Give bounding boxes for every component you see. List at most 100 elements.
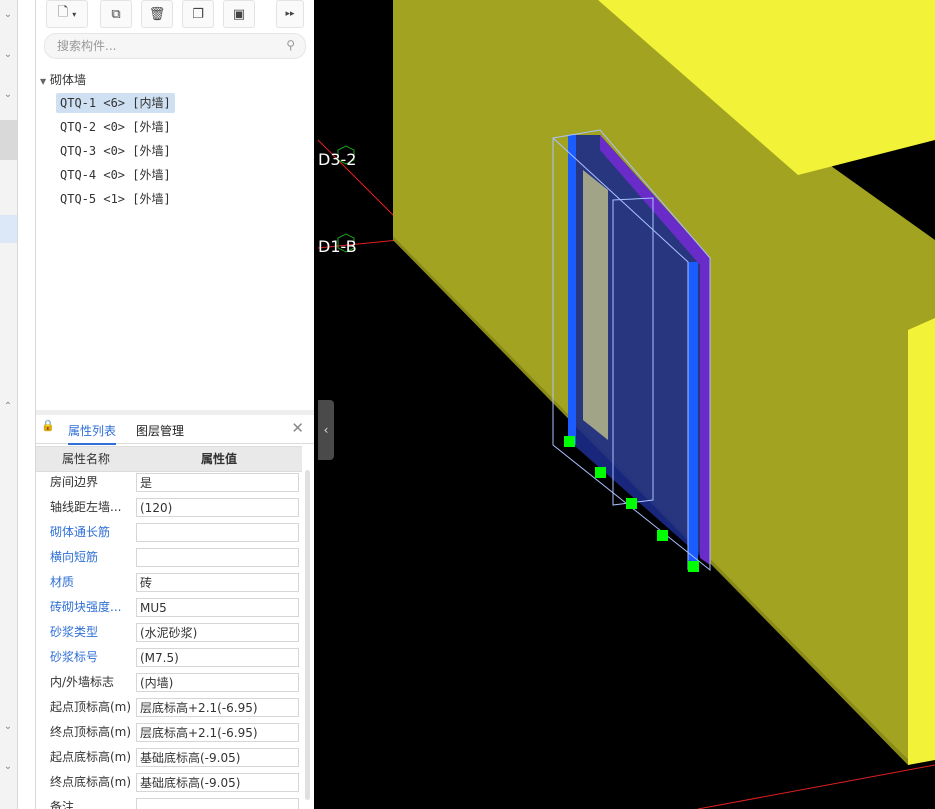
new-component-icon: 🗋: [57, 5, 69, 20]
chevron-left-icon: ‹: [323, 423, 329, 437]
header-name: 属性名称: [62, 452, 111, 466]
prop-value[interactable]: (水泥砂浆): [136, 623, 299, 642]
table-row: 轴线距左墙... (120): [36, 495, 302, 520]
close-icon[interactable]: ✕: [291, 419, 304, 437]
prop-value[interactable]: 层底标高+2.1(-6.95): [136, 698, 299, 717]
search-icon[interactable]: ⚲: [286, 38, 295, 52]
table-row: 房间边界 是: [36, 470, 302, 495]
prop-value[interactable]: 基础底标高(-9.05): [136, 748, 299, 767]
chevron-down-icon[interactable]: ⌄: [1, 48, 15, 62]
copy-icon: ⧉: [111, 6, 121, 22]
table-row: 横向短筋: [36, 545, 302, 570]
3d-viewport[interactable]: D3-2 D1-B: [318, 0, 935, 809]
property-table-header: 属性名称 属性值: [36, 446, 302, 472]
table-row: 起点底标高(m) 基础底标高(-9.05): [36, 745, 302, 770]
prop-value[interactable]: [136, 523, 299, 542]
table-row: 内/外墙标志 (内墙): [36, 670, 302, 695]
tree-item[interactable]: QTQ-2 <0> [外墙]: [56, 117, 175, 137]
prop-value[interactable]: (M7.5): [136, 648, 299, 667]
grip-point[interactable]: [688, 561, 699, 572]
wall-face-side: [908, 318, 935, 765]
table-row: 终点底标高(m) 基础底标高(-9.05): [36, 770, 302, 795]
prop-value[interactable]: MU5: [136, 598, 299, 617]
table-row: 砌体通长筋: [36, 520, 302, 545]
chevron-down-icon[interactable]: ⌄: [1, 760, 15, 774]
grip-point[interactable]: [564, 436, 575, 447]
prop-name: 材质: [50, 575, 75, 589]
scene-svg: [318, 0, 935, 809]
prop-name: 终点底标高(m): [50, 775, 132, 789]
grip-point[interactable]: [626, 498, 637, 509]
prop-name: 轴线距左墙...: [50, 500, 122, 514]
tree-root-label: 砌体墙: [50, 73, 87, 87]
prop-name: 起点顶标高(m): [50, 700, 132, 714]
left-collapsed-strip: ⌄ ⌄ ⌄ ⌃ ⌄ ⌄: [0, 0, 18, 809]
expand-triangle-icon[interactable]: ▼: [40, 73, 50, 91]
prop-value[interactable]: [136, 798, 299, 809]
tab-property-list[interactable]: 属性列表: [68, 419, 117, 445]
prop-value[interactable]: 是: [136, 473, 299, 492]
tree-item[interactable]: QTQ-3 <0> [外墙]: [56, 141, 175, 161]
chevron-down-icon[interactable]: ⌄: [1, 8, 15, 22]
panel-gap: [18, 0, 35, 809]
more-icon: ▸▸: [285, 9, 295, 19]
duplicate-icon: ❐: [192, 6, 204, 22]
table-row: 砂浆类型 (水泥砂浆): [36, 620, 302, 645]
save-template-button[interactable]: ▣: [223, 0, 255, 28]
prop-name: 横向短筋: [50, 550, 99, 564]
selected-wall-edge: [688, 262, 698, 565]
component-panel: 🗋▾ ⧉ 🗑 ❐ ▣ ▸▸ ⚲ ▼砌体墙 QTQ-1 <6> [内墙] QTQ-…: [35, 0, 314, 809]
axis-label: D1-B: [318, 237, 357, 256]
table-row: 备注: [36, 795, 302, 809]
prop-name: 内/外墙标志: [50, 675, 115, 689]
grip-point[interactable]: [657, 530, 668, 541]
new-component-button[interactable]: 🗋 ▾: [46, 0, 88, 28]
tree-item[interactable]: QTQ-5 <1> [外墙]: [56, 189, 175, 209]
collapse-panel-button[interactable]: ‹: [318, 400, 334, 460]
table-row: 终点顶标高(m) 层底标高+2.1(-6.95): [36, 720, 302, 745]
copy-button[interactable]: ⧉: [100, 0, 132, 28]
prop-value[interactable]: 层底标高+2.1(-6.95): [136, 723, 299, 742]
search-input[interactable]: [55, 37, 279, 55]
prop-name: 起点底标高(m): [50, 750, 132, 764]
component-toolbar: 🗋 ▾ ⧉ 🗑 ❐ ▣ ▸▸: [36, 0, 314, 30]
prop-name: 砂浆标号: [50, 650, 99, 664]
prop-value[interactable]: 基础底标高(-9.05): [136, 773, 299, 792]
tree-root[interactable]: ▼ 砌体墙: [40, 71, 86, 89]
prop-value[interactable]: 砖: [136, 573, 299, 592]
chevron-down-icon[interactable]: ⌄: [1, 720, 15, 734]
axis-line: [697, 764, 935, 809]
table-row: 材质 砖: [36, 570, 302, 595]
grip-point[interactable]: [595, 467, 606, 478]
save-template-icon: ▣: [232, 6, 246, 22]
lock-icon[interactable]: 🔒: [41, 419, 55, 432]
prop-name: 终点顶标高(m): [50, 725, 132, 739]
prop-name: 砖砌块强度...: [50, 600, 122, 614]
duplicate-button[interactable]: ❐: [182, 0, 214, 28]
table-row: 起点顶标高(m) 层底标高+2.1(-6.95): [36, 695, 302, 720]
delete-icon: 🗑: [148, 6, 166, 22]
tab-layer-management[interactable]: 图层管理: [136, 419, 184, 443]
dropdown-arrow-icon[interactable]: ▾: [72, 10, 76, 19]
strip-block: [0, 120, 17, 160]
prop-value[interactable]: [136, 548, 299, 567]
delete-button[interactable]: 🗑: [141, 0, 173, 28]
property-tabs: 🔒 属性列表 图层管理 ✕: [36, 415, 314, 445]
table-row: 砂浆标号 (M7.5): [36, 645, 302, 670]
more-button[interactable]: ▸▸: [276, 0, 304, 28]
tree-item[interactable]: QTQ-4 <0> [外墙]: [56, 165, 175, 185]
axis-label: D3-2: [318, 150, 357, 169]
chevron-down-icon[interactable]: ⌄: [1, 88, 15, 102]
prop-name: 砂浆类型: [50, 625, 99, 639]
search-box[interactable]: ⚲: [44, 33, 306, 59]
selected-wall-inner: [583, 170, 608, 440]
prop-name: 房间边界: [50, 475, 99, 489]
table-row: 砖砌块强度... MU5: [36, 595, 302, 620]
tree-item[interactable]: QTQ-1 <6> [内墙]: [56, 93, 175, 113]
prop-value[interactable]: (120): [136, 498, 299, 517]
prop-name: 备注: [50, 800, 75, 809]
strip-selected: [0, 215, 17, 243]
prop-value[interactable]: (内墙): [136, 673, 299, 692]
chevron-up-icon[interactable]: ⌃: [1, 400, 15, 414]
property-scrollbar[interactable]: [305, 470, 310, 800]
